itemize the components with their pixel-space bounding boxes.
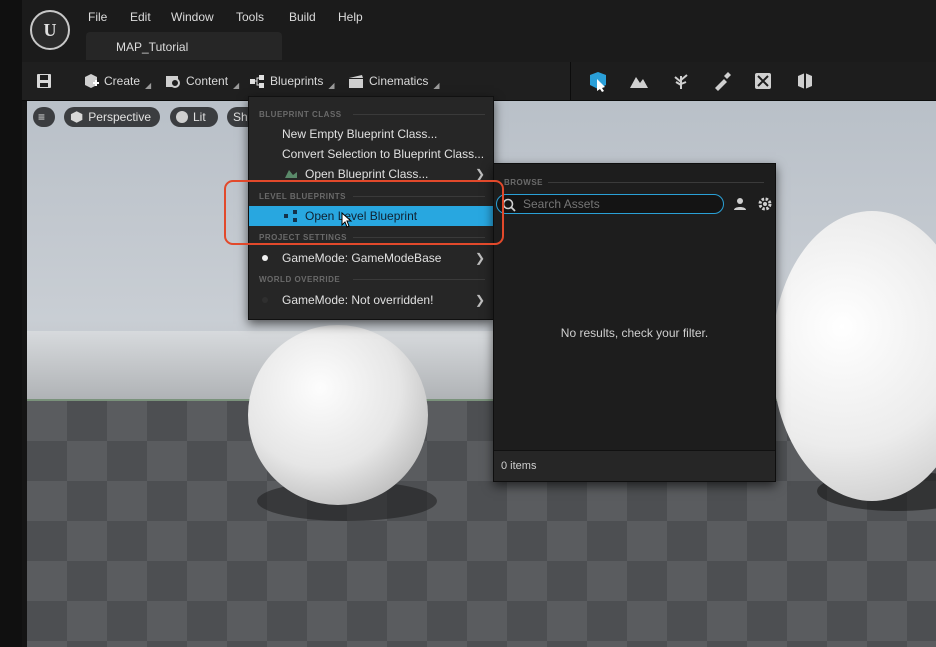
asset-picker-panel: BROWSE No results, check your filter. 0 … [493, 163, 776, 482]
cinematics-label: Cinematics [369, 74, 429, 88]
clapperboard-icon [349, 75, 363, 88]
menu-edit[interactable]: Edit [130, 10, 151, 24]
content-caret-icon: ◢ [233, 80, 240, 90]
menu-build[interactable]: Build [289, 10, 316, 24]
section-header: WORLD OVERRIDE [259, 275, 341, 284]
hamburger-icon: ≡ [38, 110, 46, 124]
search-assets-field[interactable] [496, 194, 724, 214]
menu-tools[interactable]: Tools [236, 10, 264, 24]
submenu-arrow-icon: ❯ [474, 251, 485, 265]
perspective-label: Perspective [88, 110, 151, 124]
sphere-mesh[interactable] [248, 325, 428, 505]
landscape-mode-icon[interactable] [628, 70, 650, 92]
show-label: Sh [233, 110, 248, 124]
cinematics-caret-icon: ◢ [433, 80, 440, 90]
blueprints-button[interactable]: Blueprints ◢ [249, 70, 335, 92]
create-button[interactable]: Create ◢ [83, 70, 151, 92]
lit-button[interactable]: Lit [170, 107, 218, 127]
cube-icon [70, 111, 83, 123]
create-label: Create [104, 74, 141, 88]
cinematics-button[interactable]: Cinematics ◢ [348, 70, 440, 92]
fracture-mode-icon[interactable] [752, 70, 774, 92]
modeling-mode-icon[interactable] [794, 70, 816, 92]
new-empty-blueprint-item[interactable]: New Empty Blueprint Class... [249, 124, 493, 144]
content-label: Content [186, 74, 229, 88]
gear-icon[interactable] [757, 196, 773, 212]
divider [353, 114, 485, 115]
viewport-options-button[interactable]: ≡ [33, 107, 55, 127]
perspective-button[interactable]: Perspective [64, 107, 160, 127]
project-gamemode-item[interactable]: GameMode: GameModeBase ❯ [249, 248, 493, 268]
section-header: BROWSE [504, 178, 543, 187]
empty-results-message: No results, check your filter. [560, 326, 709, 340]
menu-window[interactable]: Window [171, 10, 214, 24]
menu-item-label: Open Blueprint Class... [305, 167, 429, 181]
bullet-icon [262, 297, 268, 303]
save-button[interactable] [36, 70, 52, 92]
level-tab[interactable]: MAP_Tutorial [86, 32, 282, 60]
search-input[interactable] [521, 196, 715, 212]
bullet-icon [262, 255, 268, 261]
content-button[interactable]: Content ◢ [165, 70, 239, 92]
submenu-arrow-icon: ❯ [474, 293, 485, 307]
submenu-arrow-icon: ❯ [474, 167, 485, 181]
blueprint-class-icon [285, 170, 297, 178]
lit-label: Lit [193, 110, 206, 124]
blueprint-icon [250, 75, 264, 88]
menu-item-label: Convert Selection to Blueprint Class... [282, 147, 485, 161]
convert-selection-item[interactable]: Convert Selection to Blueprint Class... [249, 144, 493, 164]
highlight-annotation-box [224, 180, 504, 245]
unreal-logo-icon[interactable]: U [30, 10, 70, 50]
menu-help[interactable]: Help [338, 10, 363, 24]
blueprints-caret-icon: ◢ [328, 80, 335, 90]
menu-item-label: GameMode: GameModeBase [282, 251, 442, 265]
create-icon [85, 74, 99, 88]
picker-footer: 0 items [494, 450, 775, 481]
menu-file[interactable]: File [88, 10, 107, 24]
left-edge-strip [0, 0, 22, 647]
foliage-mode-icon[interactable] [670, 70, 692, 92]
section-header: BLUEPRINT CLASS [259, 110, 342, 119]
create-caret-icon: ◢ [145, 80, 152, 90]
lit-sphere-icon [176, 111, 188, 123]
blueprints-label: Blueprints [270, 74, 324, 88]
divider [548, 182, 764, 183]
user-filter-icon[interactable] [733, 197, 747, 211]
menu-item-label: GameMode: Not overridden! [282, 293, 434, 307]
item-count: 0 items [501, 460, 537, 472]
mesh-paint-mode-icon[interactable] [711, 70, 733, 92]
search-icon [502, 198, 516, 212]
world-gamemode-item[interactable]: GameMode: Not overridden! ❯ [249, 290, 493, 310]
level-tab-title: MAP_Tutorial [116, 40, 189, 54]
floppy-disk-icon [37, 74, 51, 88]
menu-item-label: New Empty Blueprint Class... [282, 127, 438, 141]
divider [353, 279, 485, 280]
select-mode-icon[interactable] [587, 70, 609, 92]
content-icon [166, 76, 180, 88]
